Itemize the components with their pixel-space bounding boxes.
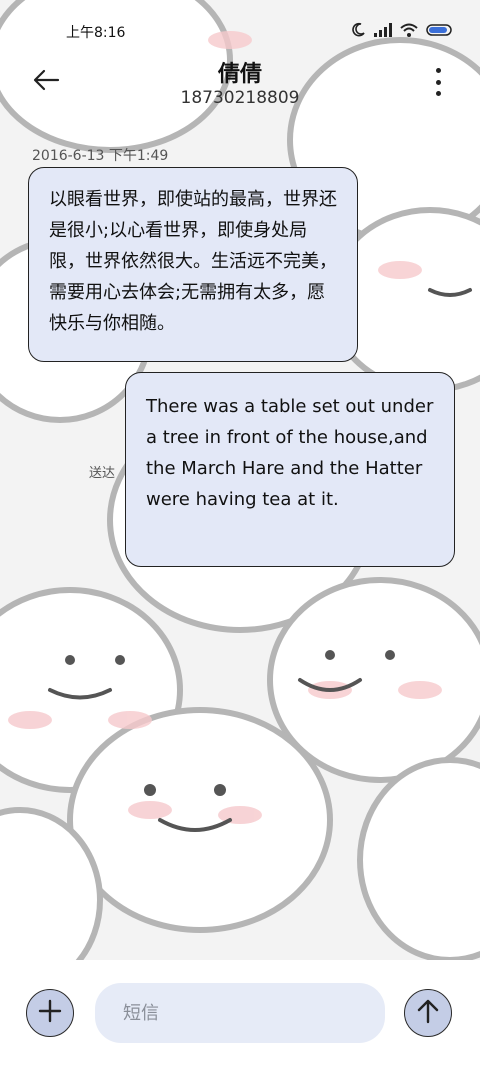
- more-vertical-icon: [435, 68, 441, 96]
- battery-icon: [426, 23, 454, 37]
- message-composer: [0, 960, 480, 1066]
- plus-icon: [38, 999, 62, 1027]
- status-icons: [350, 22, 454, 38]
- message-timestamp: 2016-6-13 下午1:49: [32, 148, 169, 164]
- moon-icon: [350, 22, 366, 38]
- send-arrow-up-icon: [416, 998, 440, 1028]
- send-button[interactable]: [404, 989, 452, 1037]
- message-input[interactable]: [95, 983, 385, 1043]
- add-attachment-button[interactable]: [26, 989, 74, 1037]
- contact-name: 倩倩: [217, 62, 262, 87]
- message-text: There was a table set out under a tree i…: [146, 396, 434, 510]
- outgoing-message-bubble[interactable]: There was a table set out under a tree i…: [125, 372, 455, 567]
- signal-icon: [374, 23, 392, 37]
- message-text: 以眼看世界，即使站的最高，世界还是很小;以心看世界，即使身处局限，世界依然很大。…: [49, 189, 337, 334]
- incoming-message-bubble[interactable]: 以眼看世界，即使站的最高，世界还是很小;以心看世界，即使身处局限，世界依然很大。…: [28, 167, 358, 362]
- status-bar: 上午8:16: [0, 0, 480, 60]
- wifi-icon: [400, 23, 418, 37]
- more-options-button[interactable]: [432, 68, 444, 96]
- status-time: 上午8:16: [66, 25, 126, 41]
- conversation-header: 倩倩 18730218809: [0, 52, 480, 122]
- contact-phone-number: 18730218809: [180, 88, 300, 108]
- delivery-status: 送达: [89, 466, 116, 481]
